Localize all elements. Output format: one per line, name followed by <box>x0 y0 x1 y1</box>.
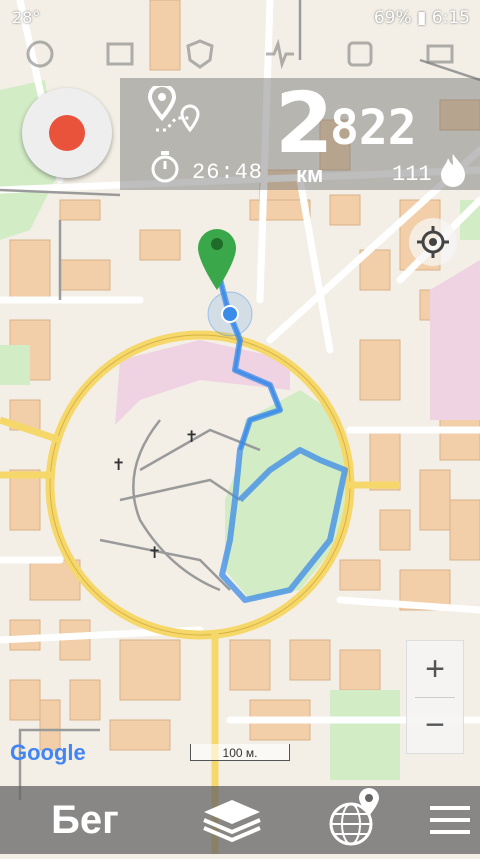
distance-major-text: 2 <box>275 74 334 172</box>
activity-icon <box>266 38 294 70</box>
scale-label: 100 м. <box>222 746 258 760</box>
timer-icon <box>151 151 179 183</box>
google-logo[interactable]: Google <box>10 740 86 766</box>
battery-percent: 69% <box>373 8 412 28</box>
distance-unit-text: км <box>296 162 324 187</box>
zoom-in-button[interactable]: + <box>407 641 463 697</box>
layers-icon <box>203 800 261 843</box>
temperature-text: 28° <box>12 8 41 27</box>
clock-text: 6:15 <box>431 8 470 28</box>
zoom-controls: + − <box>406 640 464 754</box>
zoom-out-button[interactable]: − <box>407 697 463 753</box>
battery-icon: ▮ <box>417 8 427 28</box>
sync-icon <box>26 40 54 68</box>
crosshair-icon <box>417 226 449 258</box>
notification-icons <box>0 36 480 72</box>
mail-icon <box>426 44 454 64</box>
calories-text: 111 <box>392 162 432 187</box>
bottom-toolbar: Бег <box>0 786 480 854</box>
hamburger-menu-icon <box>430 806 470 834</box>
current-position-dot <box>221 305 239 323</box>
svg-text:✝: ✝ <box>185 427 198 446</box>
globe-button[interactable] <box>315 786 395 854</box>
shield-icon <box>186 39 214 69</box>
app-icon <box>347 41 373 67</box>
activity-mode-button[interactable]: Бег <box>0 786 170 854</box>
record-button[interactable] <box>22 88 112 178</box>
fire-icon <box>441 154 465 187</box>
map-scale: 100 м. <box>190 744 290 762</box>
distance-minor-text: 822 <box>330 100 417 156</box>
svg-text:✝: ✝ <box>148 543 161 562</box>
route-icon <box>147 86 200 133</box>
photo-icon <box>106 42 134 66</box>
menu-button[interactable] <box>420 786 480 854</box>
svg-text:✝: ✝ <box>112 455 125 474</box>
globe-pin-icon <box>329 788 379 846</box>
duration-text: 26:48 <box>192 160 264 185</box>
layers-button[interactable] <box>192 786 272 854</box>
status-bar: 28° 69% ▮ 6:15 <box>0 0 480 36</box>
record-icon <box>49 115 85 151</box>
workout-stats-panel: 26:48 2 822 км 111 <box>120 78 480 190</box>
my-location-button[interactable] <box>409 218 457 266</box>
